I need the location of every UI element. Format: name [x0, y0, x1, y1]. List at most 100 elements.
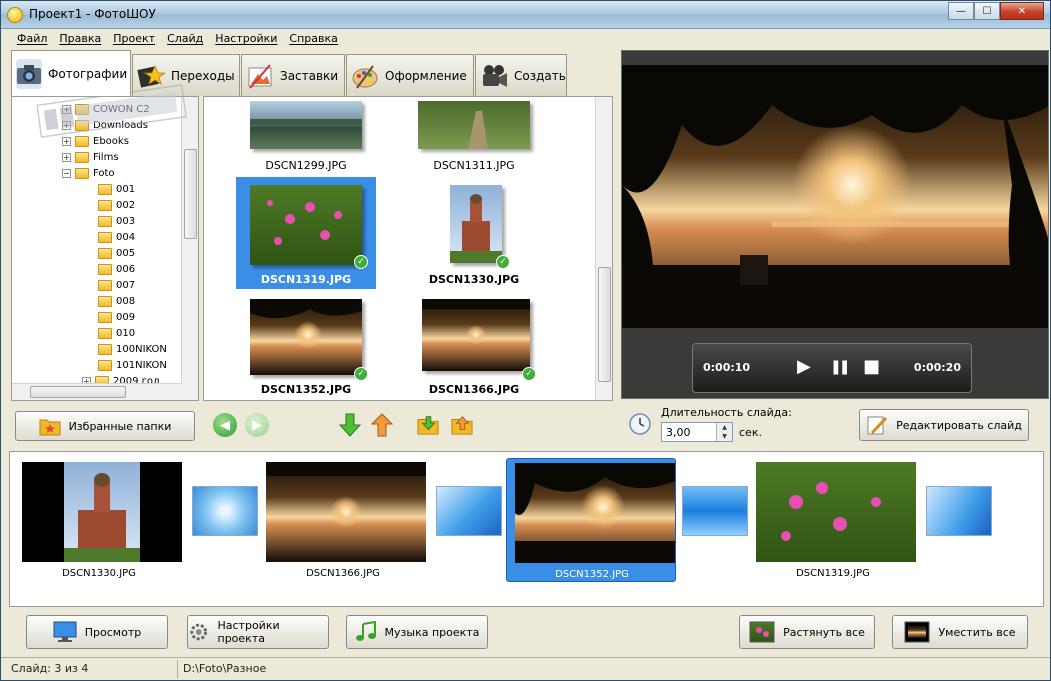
- tree-item[interactable]: 008: [98, 293, 135, 309]
- preview-label: Просмотр: [84, 625, 142, 639]
- titles-icon: [246, 61, 274, 91]
- tree-item[interactable]: 001: [98, 181, 135, 197]
- slide-timeline[interactable]: DSCN1330.JPG DSCN1366.JPG DSCN1352.JPG D…: [9, 451, 1044, 607]
- folder-icon: [98, 231, 112, 243]
- tree-item[interactable]: 003: [98, 213, 135, 229]
- duration-spinner[interactable]: 3,00 ▲ ▼: [661, 422, 733, 442]
- tree-item-label: 006: [116, 263, 136, 275]
- tree-item[interactable]: + COWON C2: [62, 101, 150, 117]
- tree-item[interactable]: 009: [98, 309, 135, 325]
- timeline-slide-image: [22, 462, 182, 562]
- spinner-arrows[interactable]: ▲ ▼: [716, 423, 732, 441]
- scrollbar-thumb[interactable]: [30, 386, 126, 398]
- timeline-slide[interactable]: DSCN1319.JPG: [748, 458, 918, 582]
- tree-item[interactable]: + Ebooks: [62, 133, 129, 149]
- timeline-transition[interactable]: [436, 486, 502, 536]
- project-music-button[interactable]: Музыка проекта: [346, 615, 488, 649]
- tree-item[interactable]: − Foto: [62, 165, 115, 181]
- move-up-icon[interactable]: [371, 413, 393, 437]
- tree-item[interactable]: 005: [98, 245, 135, 261]
- expand-icon[interactable]: +: [62, 152, 71, 162]
- add-to-project-icon[interactable]: [339, 413, 361, 437]
- menu-settings[interactable]: Настройки: [209, 30, 283, 48]
- scrollbar-thumb[interactable]: [598, 267, 611, 382]
- tree-item-label: 007: [116, 279, 136, 291]
- menu-project[interactable]: Проект: [107, 30, 161, 48]
- favorite-folders-button[interactable]: Избранные папки: [15, 411, 195, 441]
- tree-item[interactable]: 004: [98, 229, 135, 245]
- file-thumbnail-image: [418, 101, 530, 149]
- menu-help[interactable]: Справка: [283, 30, 343, 48]
- main-tabs: Фотографии Переходы Заставки Оформление …: [11, 50, 568, 96]
- tree-item-label: 008: [116, 295, 136, 307]
- timeline-transition[interactable]: [192, 486, 258, 536]
- folder-tree[interactable]: + COWON C2 + Downloads + Ebooks + Films − Fot…: [11, 96, 199, 401]
- menu-file[interactable]: Файл: [11, 30, 53, 48]
- timeline-slide[interactable]: DSCN1330.JPG: [14, 458, 184, 582]
- minimize-button[interactable]: —: [948, 2, 974, 20]
- timeline-transition[interactable]: [926, 486, 992, 536]
- play-button[interactable]: ▶: [797, 357, 811, 377]
- collapse-icon[interactable]: −: [62, 168, 71, 178]
- check-icon: ✓: [522, 367, 536, 381]
- timeline-slide-label: DSCN1352.JPG: [555, 569, 629, 580]
- tree-item[interactable]: 007: [98, 277, 135, 293]
- tree-item[interactable]: + Downloads: [62, 117, 148, 133]
- file-thumbnail[interactable]: ✓ DSCN1352.JPG: [236, 293, 376, 400]
- close-button[interactable]: ✕: [1000, 2, 1044, 20]
- tree-item-label: Films: [93, 151, 119, 163]
- file-thumbnail[interactable]: ✓ DSCN1366.JPG: [404, 293, 544, 400]
- file-thumbnail[interactable]: DSCN1299.JPG: [236, 97, 376, 172]
- timeline-slide[interactable]: DSCN1366.JPG: [258, 458, 428, 582]
- tree-item[interactable]: 006: [98, 261, 135, 277]
- folder-icon: [98, 215, 112, 227]
- menu-slide[interactable]: Слайд: [161, 30, 209, 48]
- tab-design[interactable]: Оформление: [346, 54, 474, 96]
- stretch-all-button[interactable]: Растянуть все: [739, 615, 875, 649]
- files-vertical-scrollbar[interactable]: [595, 97, 612, 400]
- menu-bar: Файл Правка Проект Слайд Настройки Справ…: [1, 30, 1050, 48]
- expand-icon[interactable]: +: [62, 136, 71, 146]
- tree-item[interactable]: 010: [98, 325, 135, 341]
- timeline-transition[interactable]: [682, 486, 748, 536]
- stop-button[interactable]: ■: [863, 357, 880, 377]
- forward-arrow-icon[interactable]: ▶: [245, 413, 269, 437]
- menu-edit[interactable]: Правка: [53, 30, 107, 48]
- expand-icon[interactable]: +: [62, 104, 71, 114]
- edit-slide-button[interactable]: Редактировать слайд: [859, 409, 1029, 441]
- tree-item[interactable]: 002: [98, 197, 135, 213]
- tab-transitions[interactable]: Переходы: [132, 54, 240, 96]
- check-icon: ✓: [354, 255, 368, 269]
- tree-item[interactable]: + Films: [62, 149, 119, 165]
- check-icon: ✓: [496, 255, 510, 269]
- project-settings-button[interactable]: Настройки проекта: [187, 615, 329, 649]
- tree-item-label: 001: [116, 183, 136, 195]
- tab-create[interactable]: Создать: [475, 54, 567, 96]
- tree-horizontal-scrollbar[interactable]: [12, 383, 182, 400]
- add-folder-icon[interactable]: [417, 413, 439, 437]
- file-thumbnail-selected[interactable]: ✓ DSCN1319.JPG: [236, 177, 376, 289]
- player-controls: 0:00:10 ▶ ❚❚ ■ 0:00:20: [692, 343, 972, 393]
- file-browser[interactable]: DSCN1299.JPG DSCN1311.JPG ✓ DSCN1319.JPG…: [203, 96, 613, 401]
- back-arrow-icon[interactable]: ◀: [213, 413, 237, 437]
- expand-icon[interactable]: +: [62, 120, 71, 130]
- folder-icon: [75, 103, 89, 115]
- pause-button[interactable]: ❚❚: [830, 357, 851, 377]
- fit-all-button[interactable]: Уместить все: [892, 615, 1028, 649]
- tab-titles[interactable]: Заставки: [241, 54, 345, 96]
- preview-button[interactable]: Просмотр: [26, 615, 168, 649]
- file-thumbnail[interactable]: DSCN1311.JPG: [404, 97, 544, 172]
- tab-transitions-label: Переходы: [171, 68, 235, 83]
- tree-item[interactable]: 101NIKON: [98, 357, 167, 373]
- tree-item[interactable]: 100NIKON: [98, 341, 167, 357]
- clock-icon: [629, 413, 651, 435]
- folder-icon: [75, 167, 89, 179]
- scrollbar-thumb[interactable]: [184, 149, 197, 239]
- file-thumbnail[interactable]: ✓ DSCN1330.JPG: [404, 177, 544, 289]
- tab-create-label: Создать: [514, 68, 566, 83]
- maximize-button[interactable]: ☐: [974, 2, 1000, 20]
- tree-vertical-scrollbar[interactable]: [181, 97, 198, 400]
- timeline-slide-selected[interactable]: DSCN1352.JPG: [506, 458, 676, 582]
- folder-up-icon[interactable]: [451, 413, 473, 437]
- tab-photos[interactable]: Фотографии: [11, 50, 131, 96]
